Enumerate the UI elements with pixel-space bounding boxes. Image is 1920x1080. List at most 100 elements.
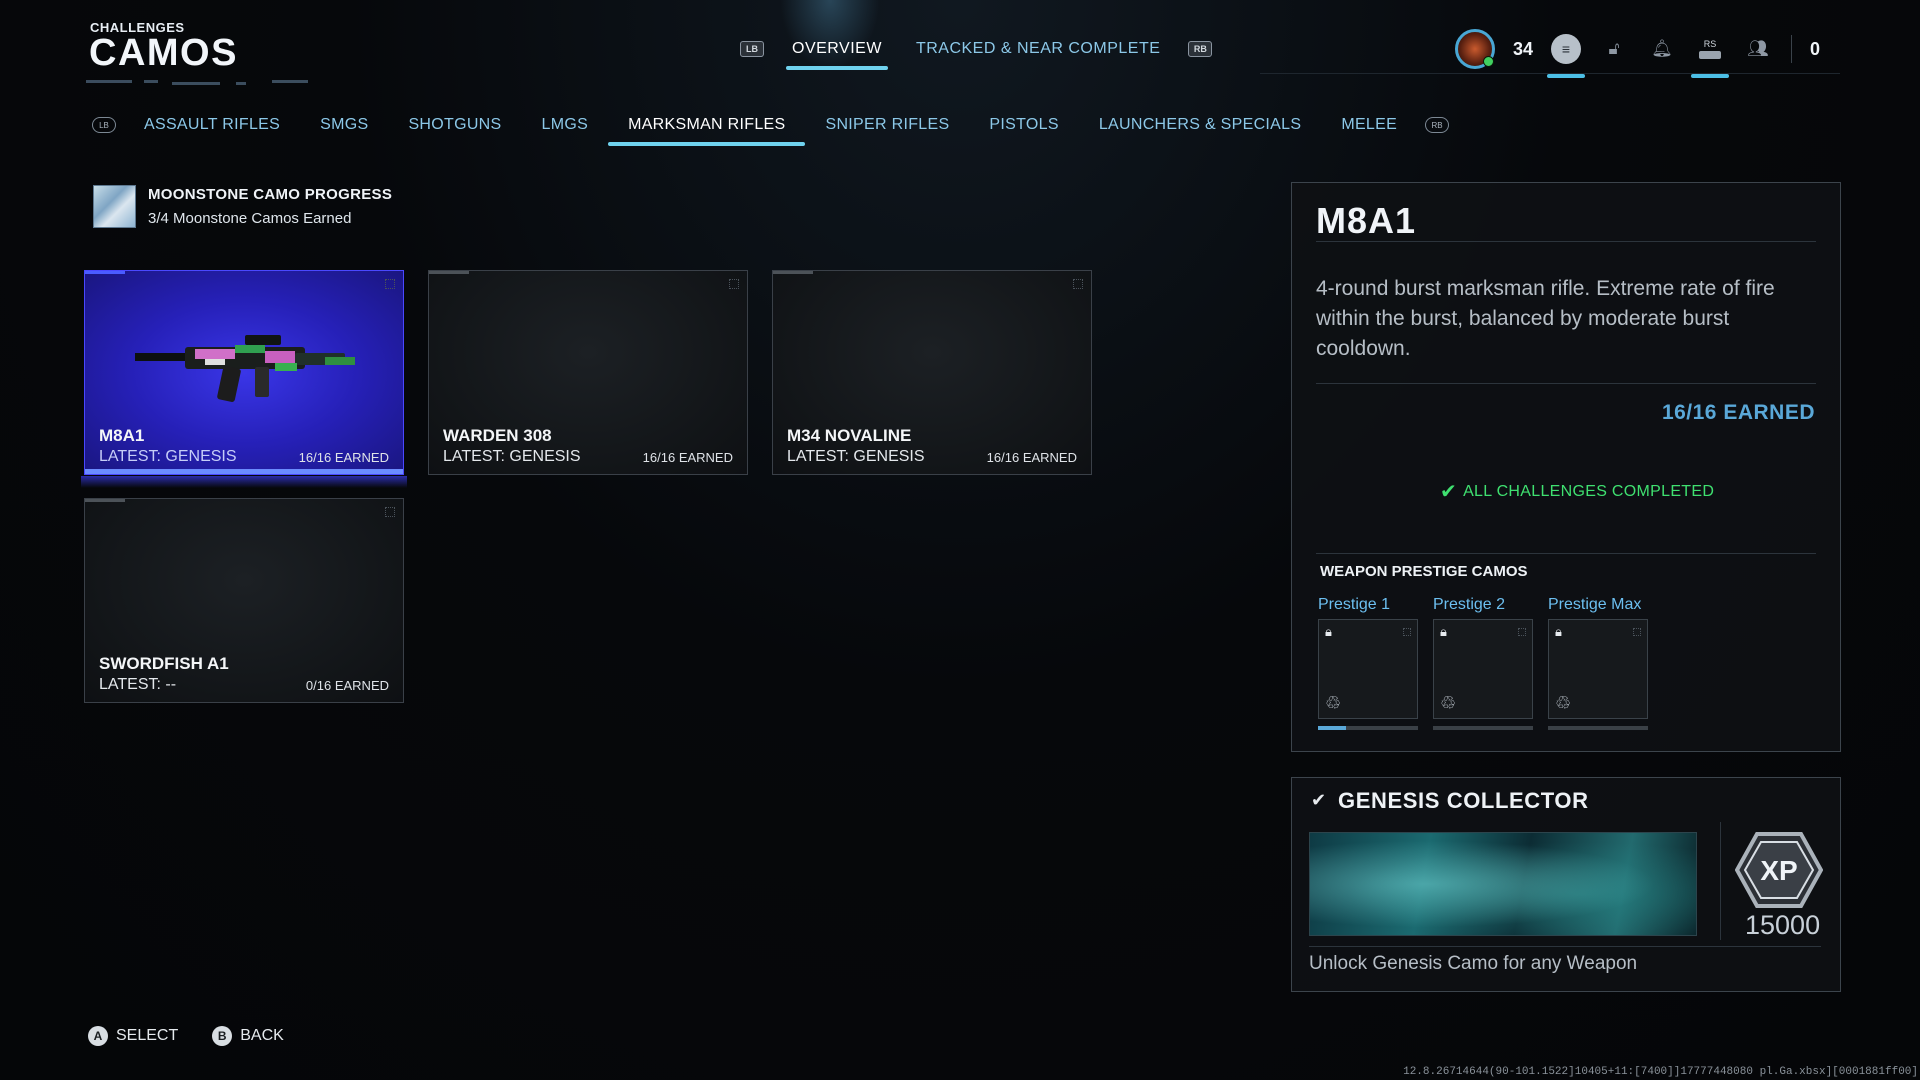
prestige-max-progress [1548, 726, 1648, 730]
lock-icon: 🔒︎ [1325, 624, 1332, 639]
tab-pistols[interactable]: PISTOLS [969, 110, 1078, 140]
collector-divider [1720, 822, 1721, 940]
completed-check-icon: ✔ [1311, 790, 1327, 810]
weapon-latest-camo: LATEST: GENESIS [443, 448, 581, 465]
genesis-collector-title: GENESIS COLLECTOR [1338, 788, 1589, 813]
menu-icon[interactable]: ≡ [1546, 34, 1585, 78]
bell-icon[interactable]: 🔔︎ [1647, 34, 1677, 64]
build-version: 12.8.26714644(90-101.1522]10405+11:[7400… [1403, 1066, 1918, 1078]
card-topbar [773, 271, 813, 274]
xp-badge-text: XP [1760, 855, 1797, 886]
top-tabs: LB OVERVIEW TRACKED & NEAR COMPLETE RB [740, 36, 1213, 70]
prestige-2-label: Prestige 2 [1433, 596, 1506, 613]
detail-divider [1316, 553, 1816, 554]
card-corner-icon [385, 279, 395, 289]
lock-icon: 🔒︎ [1555, 624, 1562, 639]
weapon-latest-camo: LATEST: GENESIS [99, 448, 237, 465]
weapon-progress-bar [85, 469, 403, 474]
detail-weapon-title: M8A1 [1316, 200, 1417, 241]
challenges-status-text: ALL CHALLENGES COMPLETED [1463, 482, 1715, 500]
m8a1-rifle-image [135, 335, 355, 402]
rs-social-icon[interactable]: RS [1690, 34, 1729, 78]
weapon-earned-count: 16/16 EARNED [986, 450, 1077, 465]
collector-description: Unlock Genesis Camo for any Weapon [1309, 953, 1638, 974]
tab-tracked[interactable]: TRACKED & NEAR COMPLETE [910, 36, 1166, 62]
challenges-status: ✔ ALL CHALLENGES COMPLETED [1440, 479, 1714, 504]
tab-melee[interactable]: MELEE [1321, 110, 1417, 140]
tab-assault-rifles[interactable]: ASSAULT RIFLES [124, 110, 300, 140]
back-label: BACK [240, 1027, 284, 1044]
weapon-latest-camo: LATEST: GENESIS [787, 448, 925, 465]
b-button-icon: B [212, 1026, 233, 1046]
prestige-1-progress [1318, 726, 1418, 730]
prestige-max-label: Prestige Max [1548, 596, 1642, 613]
lb-button-icon[interactable]: LB [740, 41, 764, 57]
tab-launchers-specials[interactable]: LAUNCHERS & SPECIALS [1079, 110, 1322, 140]
detail-divider [1316, 241, 1816, 242]
hud-divider-line [1260, 73, 1840, 74]
checkmark-icon: ✔ [1440, 481, 1458, 503]
prestige-max-slot[interactable]: 🔒︎ ♲ [1548, 619, 1648, 719]
card-topbar [85, 271, 125, 274]
rb-button-icon[interactable]: RB [1188, 41, 1213, 57]
prestige-emblem-icon: ♲ [1325, 693, 1342, 713]
tab-smgs[interactable]: SMGS [300, 110, 388, 140]
party-icon[interactable]: 👥︎ [1743, 34, 1773, 64]
currency-count: 0 [1809, 38, 1820, 59]
tab-sniper-rifles[interactable]: SNIPER RIFLES [805, 110, 969, 140]
a-button-icon: A [88, 1026, 108, 1046]
hud-bar: 34 ≡ 🔓︎ 🔔︎ RS 👥︎ 0 [1454, 26, 1820, 78]
weapon-card-m8a1[interactable]: M8A1 LATEST: GENESIS 16/16 EARNED [81, 270, 407, 488]
tab-shotguns[interactable]: SHOTGUNS [388, 110, 521, 140]
lock-icon: 🔒︎ [1440, 624, 1447, 639]
player-level: 34 [1512, 38, 1533, 59]
detail-divider [1316, 383, 1816, 384]
title-decoration [86, 78, 386, 88]
card-topbar [429, 271, 469, 274]
select-button[interactable]: A SELECT [88, 1026, 178, 1046]
weapon-earned-count: 0/16 EARNED [305, 678, 389, 693]
rs-label: RS [1703, 39, 1717, 49]
card-corner-icon [1073, 279, 1083, 289]
weapon-name: M34 NOVALINE [787, 426, 912, 445]
moonstone-camo-thumbnail [93, 185, 136, 228]
rb-bumper-icon[interactable]: RB [1425, 117, 1450, 133]
card-glow [81, 476, 407, 488]
back-button[interactable]: B BACK [212, 1026, 284, 1046]
moonstone-progress-title: MOONSTONE CAMO PROGRESS [148, 186, 393, 203]
prestige-1-label: Prestige 1 [1318, 596, 1391, 613]
card-topbar [85, 499, 125, 502]
detail-earned-count: 16/16 EARNED [1661, 401, 1815, 424]
weapon-name: M8A1 [99, 426, 145, 445]
prestige-emblem-icon: ♲ [1555, 693, 1572, 713]
genesis-camo-image [1309, 832, 1697, 936]
detail-description: 4-round burst marksman rifle. Extreme ra… [1316, 277, 1775, 360]
hud-divider [1790, 35, 1792, 63]
slot-corner-icon [1518, 628, 1526, 636]
moonstone-progress-subtitle: 3/4 Moonstone Camos Earned [148, 210, 352, 227]
weapon-earned-count: 16/16 EARNED [642, 450, 733, 465]
prestige-camos-header: WEAPON PRESTIGE CAMOS [1320, 563, 1528, 580]
prestige-1-slot[interactable]: 🔒︎ ♲ [1318, 619, 1418, 719]
weapon-name: SWORDFISH A1 [99, 654, 229, 673]
footer-controls: A SELECT B BACK [88, 1026, 284, 1046]
prestige-2-slot[interactable]: 🔒︎ ♲ [1433, 619, 1533, 719]
lb-bumper-icon[interactable]: LB [92, 117, 116, 133]
prestige-2-progress [1433, 726, 1533, 730]
weapon-card-warden-308[interactable]: WARDEN 308 LATEST: GENESIS 16/16 EARNED [428, 270, 748, 475]
weapon-card-m34-novaline[interactable]: M34 NOVALINE LATEST: GENESIS 16/16 EARNE… [772, 270, 1092, 475]
page-title: CAMOS [89, 32, 238, 74]
tab-lmgs[interactable]: LMGS [522, 110, 609, 140]
slot-corner-icon [1633, 628, 1641, 636]
unlock-icon[interactable]: 🔓︎ [1599, 34, 1629, 64]
tab-overview[interactable]: OVERVIEW [786, 36, 888, 70]
weapon-card-swordfish-a1[interactable]: SWORDFISH A1 LATEST: -- 0/16 EARNED [84, 498, 404, 703]
tab-marksman-rifles[interactable]: MARKSMAN RIFLES [608, 110, 806, 146]
player-emblem-icon[interactable] [1454, 29, 1495, 69]
slot-corner-icon [1403, 628, 1411, 636]
prestige-emblem-icon: ♲ [1440, 693, 1457, 713]
xp-badge-icon: XP [1735, 832, 1823, 908]
weapon-name: WARDEN 308 [443, 426, 552, 445]
weapon-latest-camo: LATEST: -- [99, 676, 177, 693]
card-corner-icon [729, 279, 739, 289]
